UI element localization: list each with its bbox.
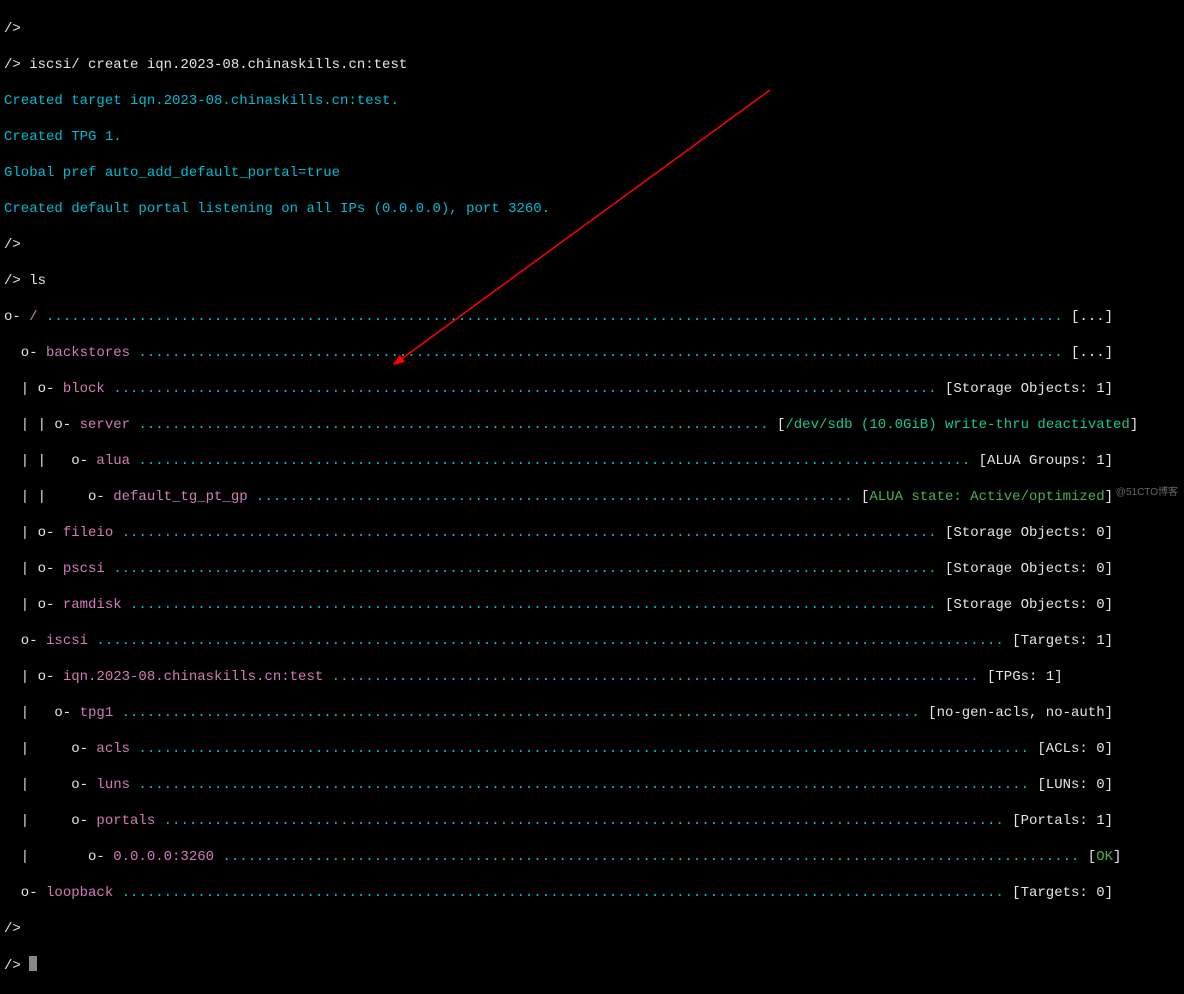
tree-row-fileio: | o- fileio ............................… — [4, 524, 1180, 542]
tree-row-acls: | o- acls ..............................… — [4, 740, 1180, 758]
prompt-line: /> — [4, 20, 1180, 38]
command-line: /> ls — [4, 272, 1180, 290]
output-line: Global pref auto_add_default_portal=true — [4, 164, 1180, 182]
tree-row-portals: | o- portals ...........................… — [4, 812, 1180, 830]
tree-row-server: | | o- server ..........................… — [4, 416, 1180, 434]
tree-row-iscsi: o- iscsi ...............................… — [4, 632, 1180, 650]
tree-row-backstores: o- backstores ..........................… — [4, 344, 1180, 362]
tree-row-pscsi: | o- pscsi .............................… — [4, 560, 1180, 578]
tree-row-luns: | o- luns ..............................… — [4, 776, 1180, 794]
tree-row-block: | o- block .............................… — [4, 380, 1180, 398]
tree-row-alua: | | o- alua ............................… — [4, 452, 1180, 470]
output-line: Created TPG 1. — [4, 128, 1180, 146]
prompt-input-line[interactable]: /> — [4, 956, 1180, 974]
tree-row-tpg1: | o- tpg1 ..............................… — [4, 704, 1180, 722]
prompt-line: /> — [4, 236, 1180, 254]
tree-row-portal0: | o- 0.0.0.0:3260 ......................… — [4, 848, 1180, 866]
tree-row-root: o- / ...................................… — [4, 308, 1180, 326]
output-line: Created target iqn.2023-08.chinaskills.c… — [4, 92, 1180, 110]
cursor-icon — [29, 956, 37, 971]
terminal-output: /> /> iscsi/ create iqn.2023-08.chinaski… — [0, 0, 1184, 994]
command-line: /> iscsi/ create iqn.2023-08.chinaskills… — [4, 56, 1180, 74]
watermark-text: @51CTO博客 — [1116, 484, 1178, 502]
tree-row-loopback: o- loopback ............................… — [4, 884, 1180, 902]
tree-row-iqn: | o- iqn.2023-08.chinaskills.cn:test ...… — [4, 668, 1180, 686]
tree-row-ramdisk: | o- ramdisk ...........................… — [4, 596, 1180, 614]
output-line: Created default portal listening on all … — [4, 200, 1180, 218]
tree-row-default-tg: | | o- default_tg_pt_gp ................… — [4, 488, 1180, 506]
prompt-line: /> — [4, 920, 1180, 938]
